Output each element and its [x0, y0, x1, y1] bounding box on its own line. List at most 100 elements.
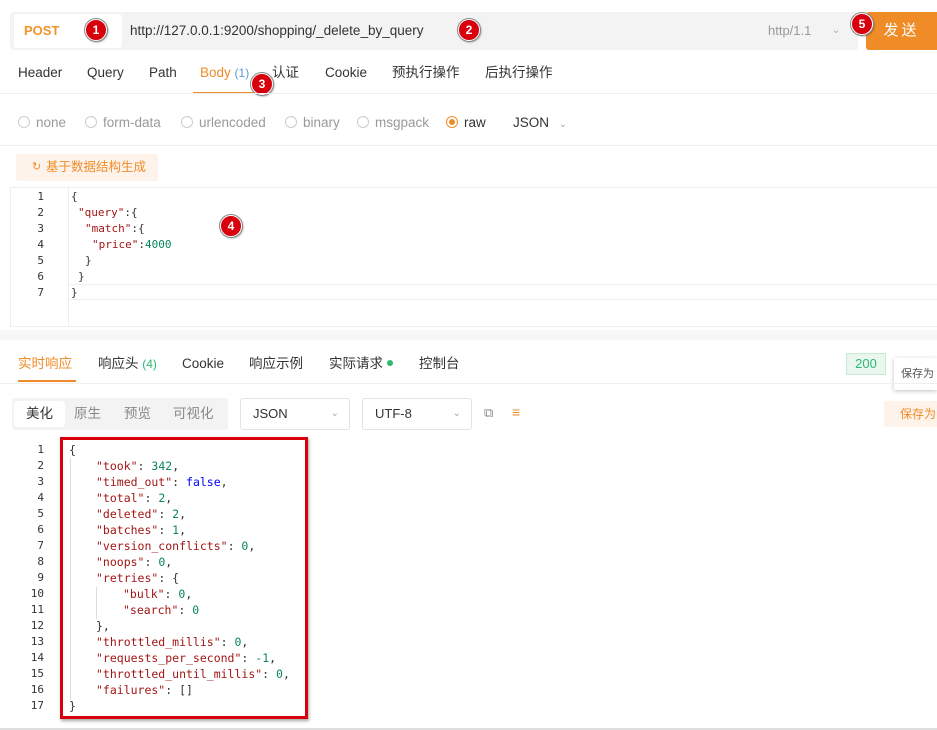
view-visualize[interactable]: 可视化: [173, 398, 214, 430]
body-format-select[interactable]: JSON ⌄: [513, 113, 567, 133]
annotation-badge-1: 1: [85, 19, 107, 41]
line-number: 5: [37, 507, 44, 520]
tab-path[interactable]: Path: [149, 58, 177, 94]
line-number: 1: [37, 443, 44, 456]
tab-live-response[interactable]: 实时响应: [18, 350, 76, 382]
tab-body-label: Body: [200, 65, 231, 80]
code-punct: :{: [131, 222, 145, 235]
radio-icon: [85, 116, 97, 128]
generate-label: 基于数据结构生成: [46, 160, 147, 174]
tab-body-count: (1): [234, 66, 250, 80]
copy-icon[interactable]: ⧉: [484, 405, 500, 423]
panel-gap: [0, 330, 937, 340]
tab-label: 响应头: [98, 356, 139, 371]
view-preview[interactable]: 预览: [124, 398, 151, 430]
tab-auth[interactable]: 认证: [272, 58, 299, 94]
line-number: 3: [37, 475, 44, 488]
gutter-divider: [68, 188, 69, 326]
tab-pre-request[interactable]: 预执行操作: [392, 58, 460, 94]
request-body-editor[interactable]: [10, 187, 937, 327]
line-number: 2: [37, 459, 44, 472]
json-key: "query": [78, 206, 125, 219]
line-number: 16: [30, 683, 44, 696]
code-punct: }: [78, 270, 85, 283]
chevron-down-icon: ⌄: [330, 408, 339, 419]
encoding-select[interactable]: UTF-8 ⌄: [362, 398, 472, 430]
line-number: 15: [30, 667, 44, 680]
save-as-button[interactable]: 保存为: [884, 401, 937, 427]
json-key: "match": [85, 222, 132, 235]
format-select[interactable]: JSON ⌄: [240, 398, 350, 430]
code-line: "price":4000: [92, 238, 171, 251]
tab-response-headers[interactable]: 响应头 (4): [98, 350, 157, 382]
annotation-badge-3: 3: [251, 73, 273, 95]
radio-icon: [285, 116, 297, 128]
code-punct: :{: [124, 206, 138, 219]
tab-cookie[interactable]: Cookie: [325, 58, 367, 94]
line-number: 3: [37, 222, 44, 235]
code-punct: }: [71, 286, 78, 299]
chevron-down-icon: ⌄: [452, 408, 461, 419]
code-line: }: [85, 254, 92, 267]
code-punct: :: [138, 238, 145, 251]
annotation-badge-5: 5: [851, 13, 873, 35]
radio-none[interactable]: none: [18, 113, 66, 133]
tab-response-examples[interactable]: 响应示例: [249, 350, 303, 382]
radio-msgpack[interactable]: msgpack: [357, 113, 429, 133]
annotation-badge-4: 4: [220, 215, 242, 237]
tab-divider: [0, 383, 937, 384]
radio-label: msgpack: [375, 115, 430, 130]
chevron-down-icon: ⌄: [558, 119, 568, 130]
radio-icon: [18, 116, 30, 128]
line-number: 7: [37, 539, 44, 552]
json-number: 4000: [144, 238, 172, 251]
code-line: {: [71, 190, 78, 203]
line-number: 6: [37, 270, 44, 283]
view-raw[interactable]: 原生: [74, 398, 101, 430]
line-number: 14: [30, 651, 44, 664]
generate-from-schema-button[interactable]: ↻ 基于数据结构生成: [16, 154, 158, 181]
tab-body[interactable]: Body (1): [193, 58, 255, 94]
radio-urlencoded[interactable]: urlencoded: [181, 113, 266, 133]
line-number: 11: [30, 603, 44, 616]
tab-count: (4): [142, 357, 157, 371]
format-label: JSON: [253, 406, 288, 421]
status-badge: 200: [846, 353, 886, 375]
code-punct: }: [85, 254, 92, 267]
radio-label: urlencoded: [199, 115, 266, 130]
radio-binary[interactable]: binary: [285, 113, 340, 133]
highlight-box: [60, 437, 308, 719]
radio-form-data[interactable]: form-data: [85, 113, 161, 133]
active-line-highlight: [69, 284, 937, 300]
send-button[interactable]: 发送: [866, 12, 937, 50]
radio-raw[interactable]: raw: [446, 113, 486, 133]
line-number: 12: [30, 619, 44, 632]
tab-post-request[interactable]: 后执行操作: [485, 58, 553, 94]
url-input[interactable]: http://127.0.0.1:9200/shopping/_delete_b…: [130, 14, 424, 48]
code-line: }: [71, 286, 78, 299]
tab-header[interactable]: Header: [18, 58, 62, 94]
line-number: 1: [37, 190, 44, 203]
tab-console[interactable]: 控制台: [419, 350, 460, 382]
chevron-down-icon[interactable]: ⌄: [832, 14, 840, 48]
radio-label: form-data: [103, 115, 161, 130]
radio-selected-icon: [446, 116, 458, 128]
encoding-label: UTF-8: [375, 406, 412, 421]
tab-actual-request[interactable]: 实际请求: [329, 350, 393, 382]
line-number: 7: [37, 286, 44, 299]
line-number: 2: [37, 206, 44, 219]
line-number: 4: [37, 491, 44, 504]
json-key: "price": [92, 238, 139, 251]
radio-icon: [357, 116, 369, 128]
line-number: 5: [37, 254, 44, 267]
wrap-lines-icon[interactable]: ≡: [512, 404, 528, 422]
view-pretty[interactable]: 美化: [14, 401, 65, 427]
save-as-tooltip[interactable]: 保存为: [894, 358, 937, 390]
line-number: 9: [37, 571, 44, 584]
protocol-select[interactable]: http/1.1: [768, 14, 811, 48]
tab-response-cookie[interactable]: Cookie: [182, 350, 224, 382]
radio-label: binary: [303, 115, 340, 130]
tab-query[interactable]: Query: [87, 58, 124, 94]
tab-label: 实际请求: [329, 356, 383, 371]
code-line: "query":{: [78, 206, 138, 219]
